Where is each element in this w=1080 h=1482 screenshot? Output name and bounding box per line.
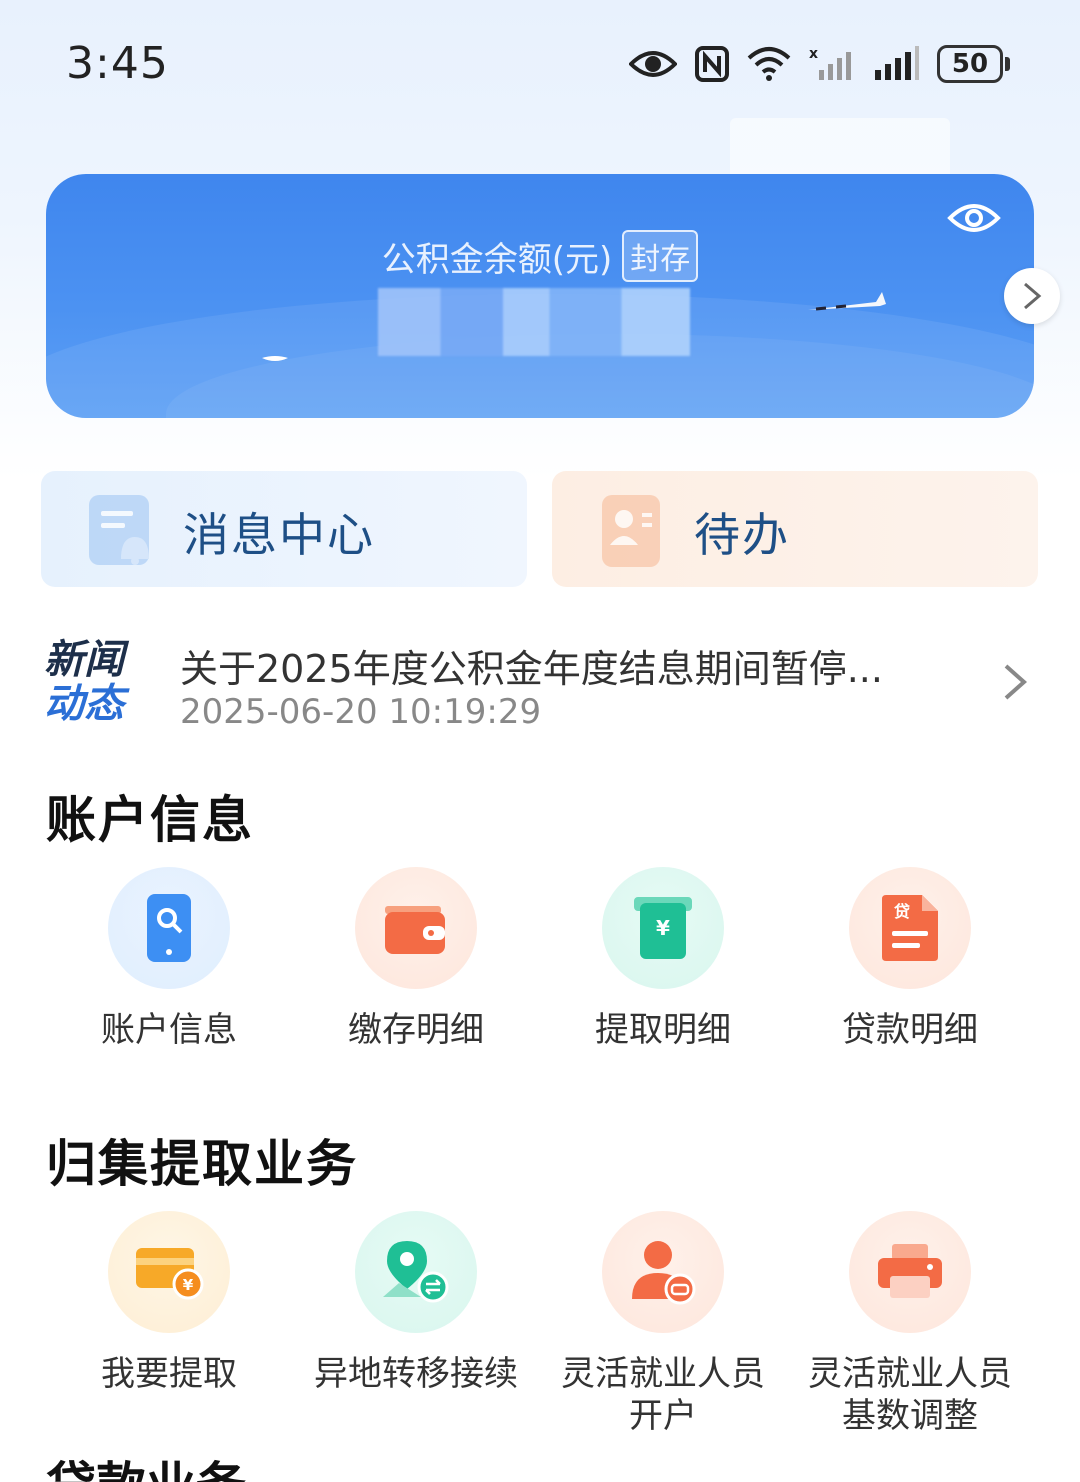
chevron-right-icon	[1024, 282, 1042, 310]
loan-document-icon: 贷	[882, 895, 938, 961]
wifi-icon	[747, 47, 791, 81]
account-section-title: 账户信息	[46, 791, 254, 849]
flexible-open-account-label: 灵活就业人员 开户	[543, 1353, 783, 1437]
todo-tile[interactable]: 待办	[552, 471, 1038, 587]
flexible-open-account-label-line2: 开户	[629, 1396, 697, 1436]
flexible-base-adjust-label: 灵活就业人员 基数调整	[790, 1353, 1030, 1437]
news-logo-line2: 动态	[44, 681, 124, 727]
account-info-item[interactable]: 账户信息	[49, 867, 289, 1051]
status-icons: x 50	[629, 40, 1010, 88]
signal-sim1-icon: x	[809, 46, 851, 80]
flexible-base-adjust-icon-bg	[849, 1211, 971, 1333]
loan-detail-label: 贷款明细	[842, 1010, 978, 1050]
account-info-label: 账户信息	[101, 1010, 237, 1050]
card-yuan-icon: ¥	[136, 1248, 204, 1300]
eye-toggle-icon[interactable]	[946, 196, 1002, 240]
printer-icon	[878, 1244, 942, 1298]
person-card-icon	[632, 1241, 696, 1305]
withdraw-detail-icon-bg: ¥	[602, 867, 724, 989]
withdraw-apply-icon-bg: ¥	[108, 1211, 230, 1333]
battery-tip	[1005, 57, 1010, 71]
card-next-button[interactable]	[1004, 268, 1060, 324]
location-transfer-icon	[383, 1241, 449, 1303]
withdraw-detail-label: 提取明细	[595, 1010, 731, 1050]
flexible-base-adjust-label-line2: 基数调整	[842, 1396, 978, 1436]
balance-card[interactable]: 公积金余额(元) 封存	[46, 174, 1034, 418]
loan-detail-icon-bg: 贷	[849, 867, 971, 989]
wallet-icon	[385, 906, 445, 954]
eye-icon	[629, 51, 677, 77]
message-bell-icon	[89, 495, 149, 565]
flexible-open-account-icon-bg	[602, 1211, 724, 1333]
signal-sim2-icon	[875, 46, 919, 80]
news-logo-line1: 新闻	[44, 637, 124, 683]
svg-text:¥: ¥	[183, 1276, 194, 1294]
account-info-icon-bg	[108, 867, 230, 989]
loan-detail-item[interactable]: 贷 贷款明细	[790, 867, 1030, 1051]
flexible-open-account-label-line1: 灵活就业人员	[561, 1354, 765, 1394]
todo-label: 待办	[694, 508, 790, 562]
svg-text:x: x	[809, 46, 818, 62]
balance-title: 公积金余额(元) 封存	[46, 230, 1034, 282]
news-title: 关于2025年度公积金年度结息期间暂停...	[180, 647, 883, 691]
airplane-decoration-icon	[808, 292, 886, 311]
withdraw-detail-item[interactable]: ¥ 提取明细	[543, 867, 783, 1051]
status-time: 3:45	[66, 38, 169, 89]
news-banner[interactable]: 新闻 动态 关于2025年度公积金年度结息期间暂停... 2025-06-20 …	[44, 636, 1044, 736]
status-bar: 3:45 x 50	[0, 0, 1080, 120]
deposit-detail-item[interactable]: 缴存明细	[296, 867, 536, 1051]
flexible-base-adjust-label-line1: 灵活就业人员	[808, 1354, 1012, 1394]
phone-search-icon	[147, 894, 191, 962]
flexible-base-adjust-item[interactable]: 灵活就业人员 基数调整	[790, 1211, 1030, 1437]
svg-text:¥: ¥	[656, 916, 670, 940]
chevron-right-icon	[1004, 664, 1028, 700]
yuan-envelope-icon: ¥	[634, 897, 692, 959]
status-badge: 封存	[622, 230, 699, 282]
loan-section-title: 贷款业务	[46, 1456, 246, 1482]
balance-label: 公积金余额(元)	[381, 240, 613, 280]
remote-transfer-icon-bg	[355, 1211, 477, 1333]
remote-transfer-label: 异地转移接续	[314, 1354, 518, 1394]
news-logo: 新闻 动态	[44, 638, 144, 726]
deposit-detail-icon-bg	[355, 867, 477, 989]
remote-transfer-item[interactable]: 异地转移接续	[296, 1211, 536, 1395]
nfc-icon	[695, 46, 729, 82]
withdraw-apply-item[interactable]: ¥ 我要提取	[49, 1211, 289, 1395]
bird-decoration-icon	[262, 356, 288, 361]
withdraw-apply-label: 我要提取	[101, 1354, 237, 1394]
withdraw-section-title: 归集提取业务	[46, 1135, 358, 1193]
svg-text:贷: 贷	[894, 902, 910, 921]
message-center-label: 消息中心	[183, 508, 375, 562]
message-center-tile[interactable]: 消息中心	[41, 471, 527, 587]
battery-indicator: 50	[937, 45, 1010, 83]
todo-profile-icon	[602, 495, 660, 567]
battery-level: 50	[937, 45, 1003, 83]
flexible-open-account-item[interactable]: 灵活就业人员 开户	[543, 1211, 783, 1437]
news-datetime: 2025-06-20 10:19:29	[180, 692, 542, 732]
deposit-detail-label: 缴存明细	[348, 1010, 484, 1050]
balance-amount-hidden	[378, 288, 690, 356]
